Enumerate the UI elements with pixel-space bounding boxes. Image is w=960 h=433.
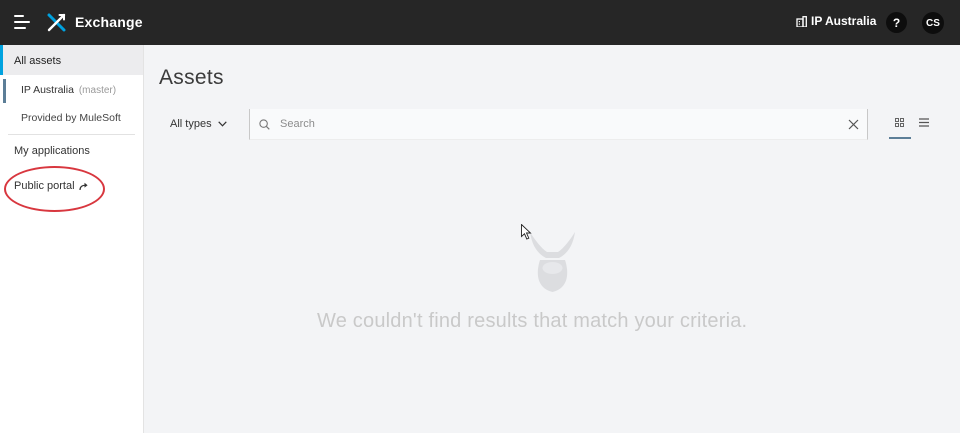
sidebar-divider — [8, 134, 135, 135]
search-icon — [259, 119, 270, 130]
sidebar-item-ip-australia[interactable]: IP Australia (master) — [3, 79, 143, 103]
sidebar-item-my-applications[interactable]: My applications — [14, 145, 90, 157]
mouse-pointer-icon — [521, 224, 532, 240]
sidebar-item-provided-by-mulesoft[interactable]: Provided by MuleSoft — [21, 112, 121, 124]
search-input[interactable] — [280, 109, 840, 139]
page-title: Assets — [159, 66, 224, 89]
exchange-logo-icon[interactable] — [47, 13, 66, 32]
sidebar: All assets IP Australia (master) Provide… — [0, 45, 144, 433]
grid-view-icon — [895, 118, 904, 127]
app-title[interactable]: Exchange — [75, 14, 143, 30]
sidebar-item-all-assets[interactable]: All assets — [0, 45, 143, 75]
asset-type-dropdown[interactable]: All types — [170, 118, 227, 130]
hamburger-menu-icon[interactable] — [14, 15, 30, 29]
close-icon[interactable] — [848, 119, 859, 130]
grid-view-button[interactable] — [889, 113, 911, 139]
master-org-tag: (master) — [78, 85, 117, 96]
org-switcher[interactable]: IP Australia — [796, 14, 876, 28]
list-view-button[interactable] — [917, 113, 931, 133]
top-navigation-bar: Exchange IP Australia ? CS — [0, 0, 960, 45]
empty-state-illustration — [530, 232, 575, 292]
asset-type-dropdown-value: All types — [170, 118, 212, 130]
search-box — [249, 109, 868, 140]
empty-state-message: We couldn't find results that match your… — [317, 310, 748, 332]
org-name: IP Australia — [811, 14, 877, 28]
list-view-icon — [919, 118, 929, 127]
user-avatar[interactable]: CS — [922, 12, 944, 34]
chevron-down-icon — [217, 121, 227, 127]
building-icon — [796, 15, 807, 27]
highlight-annotation-circle — [4, 166, 105, 212]
sidebar-item-label: IP Australia — [21, 84, 74, 96]
help-button[interactable]: ? — [886, 12, 907, 33]
